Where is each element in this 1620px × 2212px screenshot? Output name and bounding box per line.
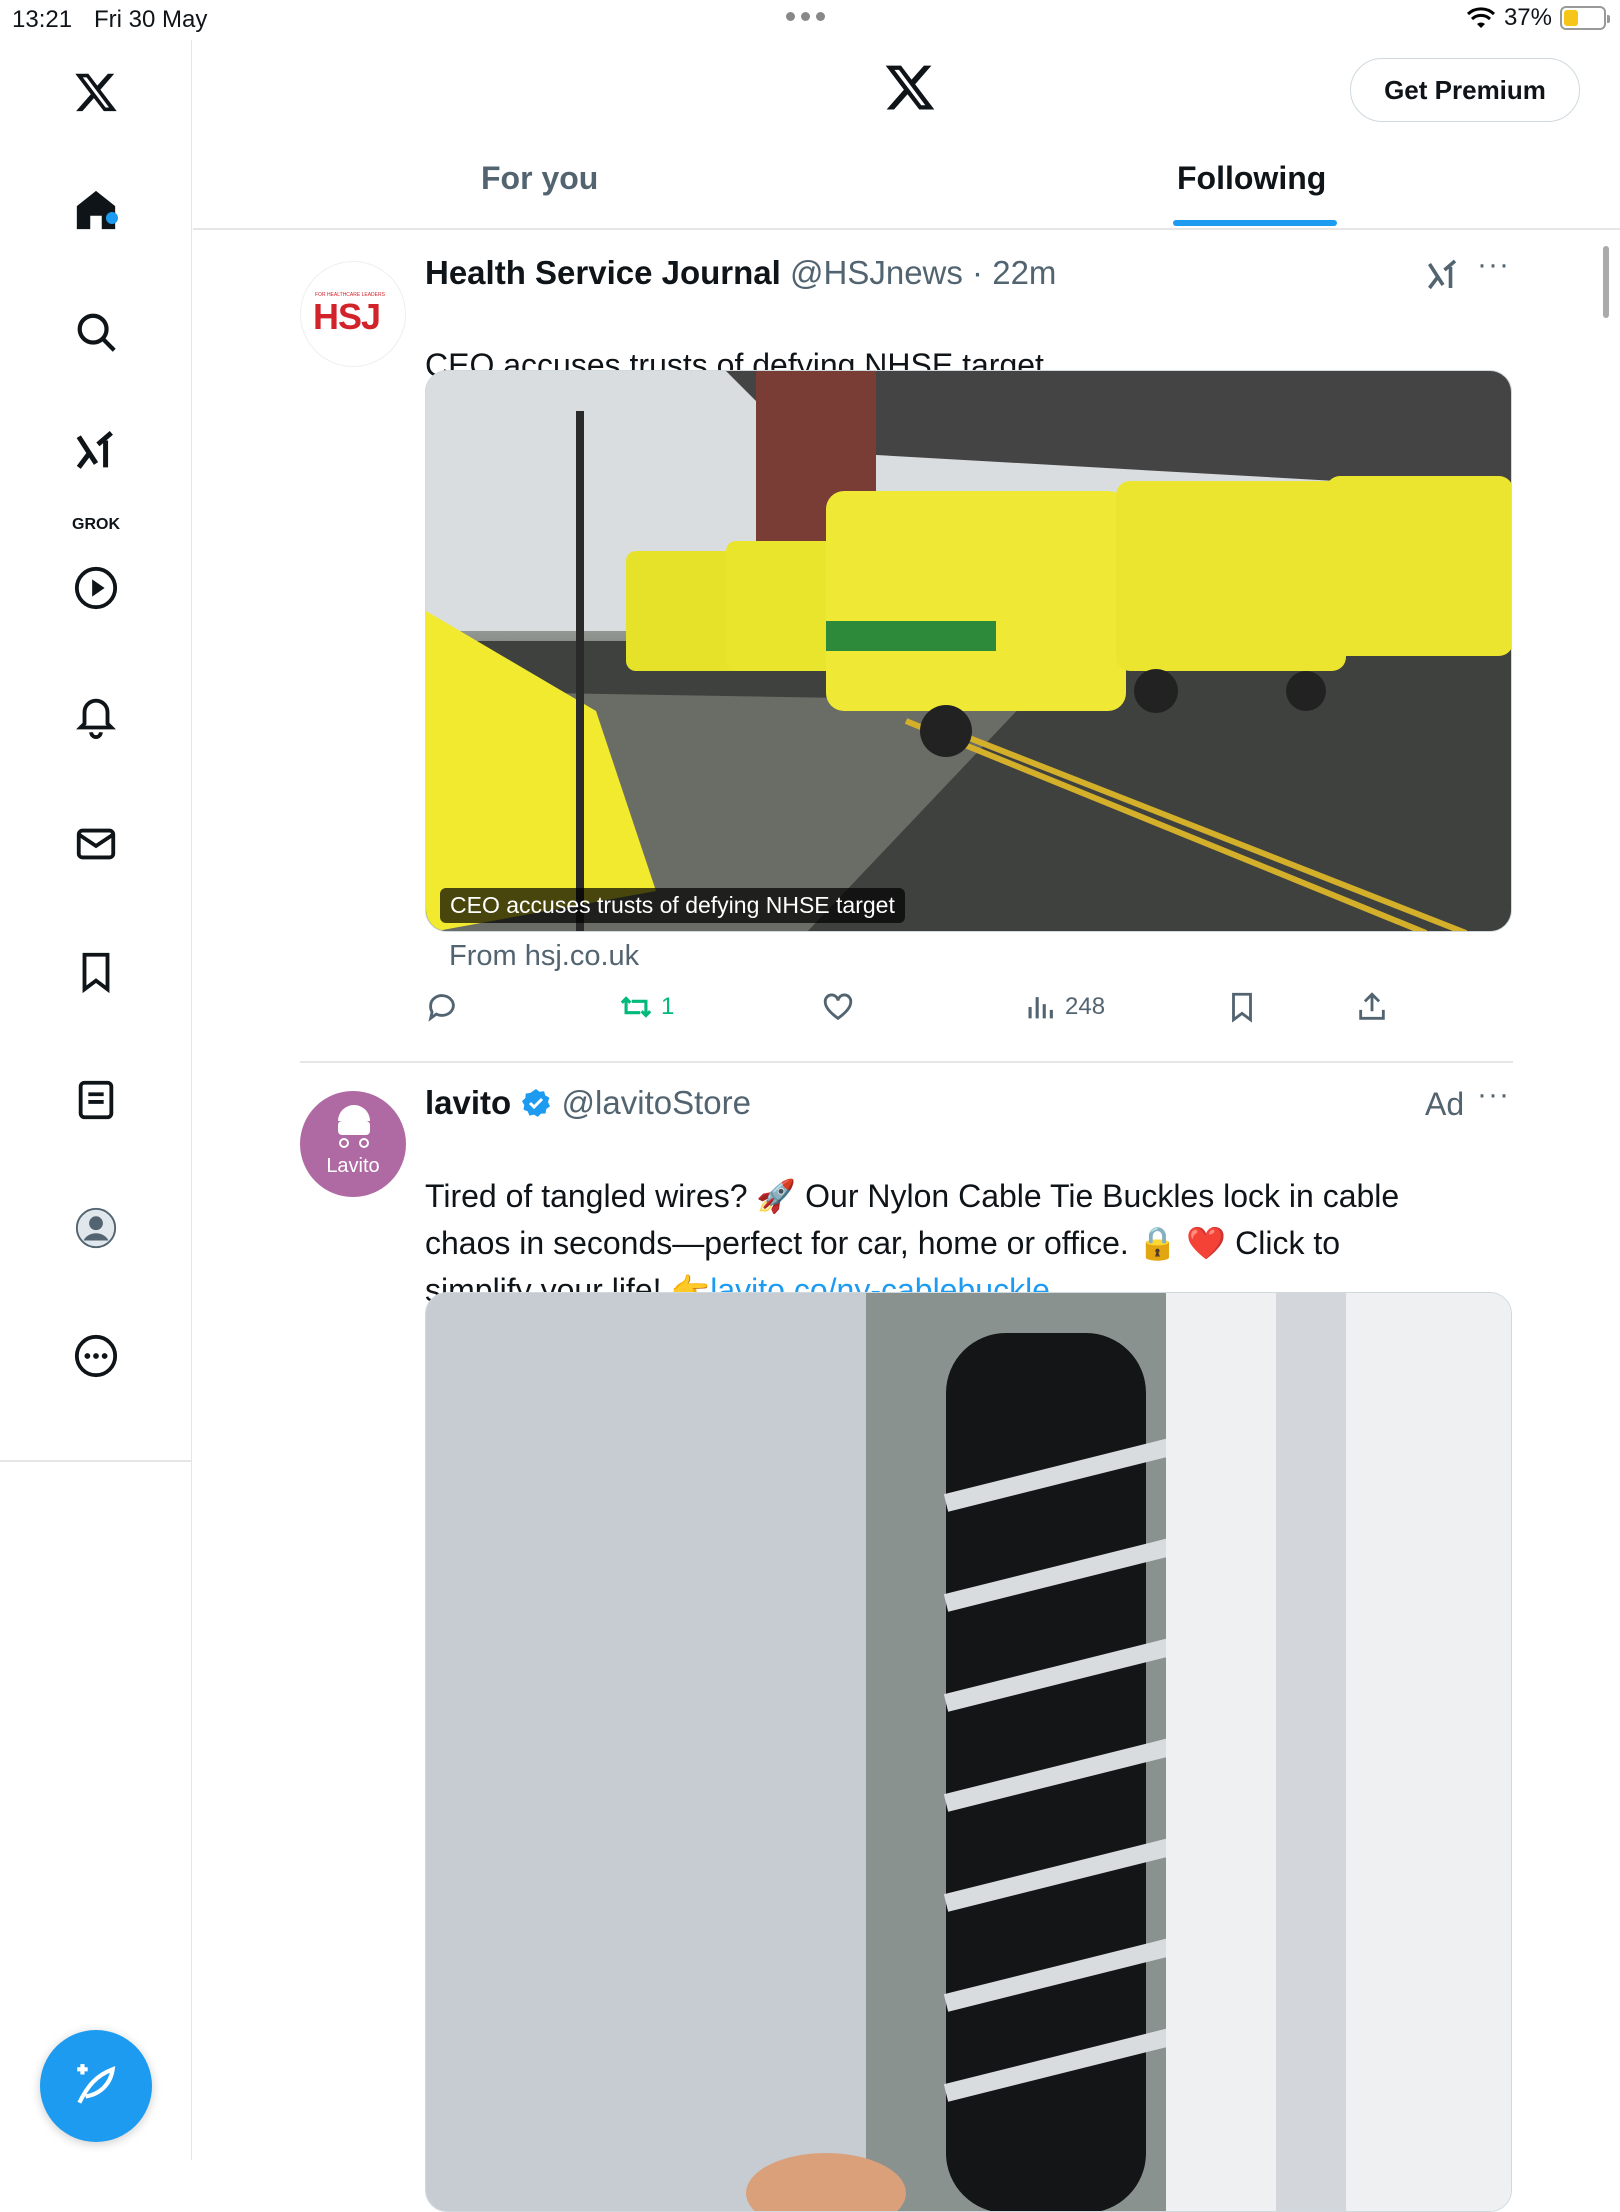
author-name[interactable]: lavito	[425, 1084, 511, 1121]
wifi-icon	[1466, 7, 1495, 28]
scrollbar[interactable]	[1603, 246, 1609, 318]
repost-button[interactable]: 1	[619, 990, 674, 1024]
post-media-image[interactable]: CEO accuses trusts of defying NHSE targe…	[425, 370, 1512, 932]
grok-label: GROK	[72, 516, 120, 533]
active-tab-indicator	[1173, 220, 1337, 226]
get-premium-button[interactable]: Get Premium	[1350, 58, 1580, 122]
link-source[interactable]: From hsj.co.uk	[449, 940, 639, 973]
status-right: 37%	[1466, 4, 1610, 32]
ad-label: Ad	[1425, 1086, 1465, 1122]
sidebar: GROK	[0, 40, 192, 2160]
reply-icon	[428, 994, 455, 1022]
battery-percent: 37%	[1503, 4, 1552, 31]
ambulance-photo	[426, 371, 1511, 931]
share-icon	[1359, 992, 1385, 1020]
notifications-bell-icon[interactable]	[66, 686, 126, 746]
tab-for-you[interactable]: For you	[481, 160, 598, 197]
post-media-video[interactable]	[425, 1292, 1512, 2212]
hsj-avatar-text: HSJ	[313, 296, 381, 337]
lists-icon[interactable]	[66, 1070, 126, 1130]
post-more-icon[interactable]: ···	[1477, 248, 1510, 282]
stroller-logo-icon	[338, 1105, 370, 1148]
views-button[interactable]: 248	[1023, 990, 1105, 1024]
compose-post-button[interactable]	[40, 2030, 152, 2142]
bookmark-button[interactable]	[1225, 990, 1259, 1024]
author-handle[interactable]: @HSJnews	[790, 254, 963, 291]
x-header-logo-icon[interactable]	[883, 60, 937, 119]
home-notification-dot	[106, 212, 118, 224]
heart-icon	[823, 993, 853, 1021]
status-time: 13:21	[12, 6, 73, 33]
grok-post-icon[interactable]	[1425, 258, 1461, 299]
post-actions: 1 248	[425, 990, 1525, 1040]
search-icon[interactable]	[66, 302, 126, 362]
verified-badge-icon	[522, 1089, 551, 1117]
cable-buckle-photo	[426, 1293, 1511, 2211]
home-icon[interactable]	[66, 180, 126, 240]
tab-following[interactable]: Following	[1177, 160, 1326, 197]
bookmark-icon[interactable]	[66, 942, 126, 1002]
post-text-line: Tired of tangled wires? 🚀 Our Nylon Cabl…	[425, 1178, 1400, 1214]
post-time[interactable]: 22m	[992, 254, 1056, 291]
bookmark-post-icon	[1232, 992, 1252, 1023]
x-logo-icon[interactable]	[66, 62, 126, 122]
status-bar: 13:21 Fri 30 May 37%	[0, 0, 1620, 40]
repost-count: 1	[661, 993, 675, 1020]
views-chart-icon	[1028, 997, 1053, 1019]
compose-feather-icon	[77, 2064, 116, 2104]
post-header: lavito @lavitoStore	[425, 1084, 751, 1122]
post-header: Health Service Journal @HSJnews · 22m	[425, 254, 1057, 291]
avatar[interactable]: Lavito	[300, 1091, 406, 1197]
media-caption: CEO accuses trusts of defying NHSE targe…	[440, 888, 905, 923]
avatar[interactable]: FOR HEALTHCARE LEADERS HSJ	[300, 261, 406, 367]
post-divider	[300, 1061, 1513, 1063]
video-play-icon[interactable]	[66, 558, 126, 618]
more-options-icon[interactable]	[66, 1326, 126, 1386]
share-button[interactable]	[1355, 990, 1389, 1024]
author-handle[interactable]: @lavitoStore	[562, 1084, 751, 1121]
grok-icon[interactable]	[66, 422, 126, 482]
multitasking-dots-icon[interactable]	[786, 12, 825, 21]
views-count: 248	[1065, 993, 1106, 1020]
battery-icon	[1560, 6, 1610, 30]
like-button[interactable]	[821, 990, 855, 1024]
messages-mail-icon[interactable]	[66, 814, 126, 874]
status-date: Fri 30 May	[94, 6, 208, 33]
author-name[interactable]: Health Service Journal	[425, 254, 781, 291]
lavito-avatar-text: Lavito	[326, 1155, 380, 1177]
profile-avatar-icon[interactable]	[66, 1198, 126, 1258]
post-text-line: chaos in seconds—perfect for car, home o…	[425, 1225, 1341, 1261]
post-more-icon[interactable]: ···	[1477, 1078, 1510, 1112]
sidebar-divider	[0, 1460, 192, 1462]
reply-button[interactable]	[425, 990, 459, 1024]
repost-icon	[620, 996, 652, 1018]
header-divider	[193, 228, 1620, 230]
